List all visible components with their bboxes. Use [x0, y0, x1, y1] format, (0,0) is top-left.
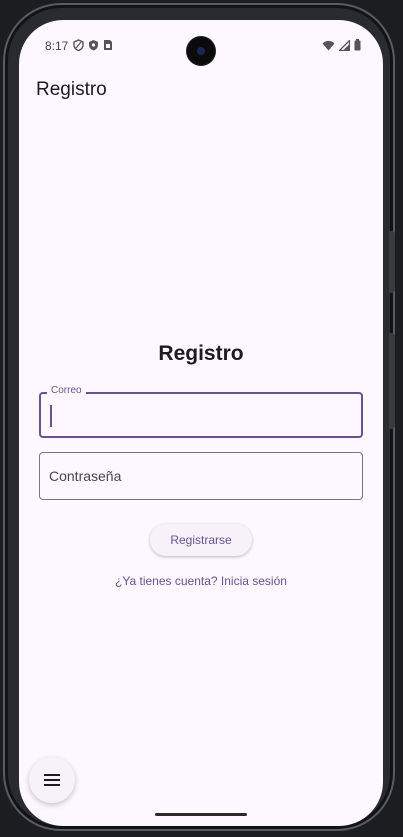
email-field[interactable]: Correo [39, 385, 363, 438]
menu-icon [44, 774, 60, 786]
register-button[interactable]: Registrarse [150, 524, 252, 556]
status-time: 8:17 [45, 39, 69, 53]
device-frame: 8:17 Registro Registro Correo Registrars… [3, 3, 395, 831]
shield-icon [89, 40, 98, 51]
menu-fab[interactable] [29, 757, 75, 803]
gesture-navigation-bar[interactable] [155, 813, 247, 816]
form-title: Registro [158, 342, 244, 365]
status-left-icons [73, 39, 113, 51]
front-camera [187, 37, 215, 65]
email-field-label: Correo [47, 385, 86, 396]
password-input[interactable] [49, 465, 339, 487]
status-bar: 8:17 [19, 20, 383, 70]
vpn-shield-icon [73, 39, 84, 51]
phone-screen: 8:17 Registro Registro Correo Registrars… [19, 20, 383, 826]
app-bar-title: Registro [36, 79, 107, 100]
volume-button [389, 231, 395, 293]
sim-card-icon [104, 40, 112, 50]
password-field[interactable] [39, 452, 363, 500]
power-button [389, 333, 395, 429]
battery-icon [354, 39, 361, 51]
status-right-icons [322, 39, 361, 51]
cellular-signal-icon [339, 39, 350, 51]
wifi-icon [322, 40, 335, 50]
email-input[interactable] [50, 406, 340, 428]
login-link[interactable]: ¿Ya tienes cuenta? Inicia sesión [19, 574, 383, 588]
